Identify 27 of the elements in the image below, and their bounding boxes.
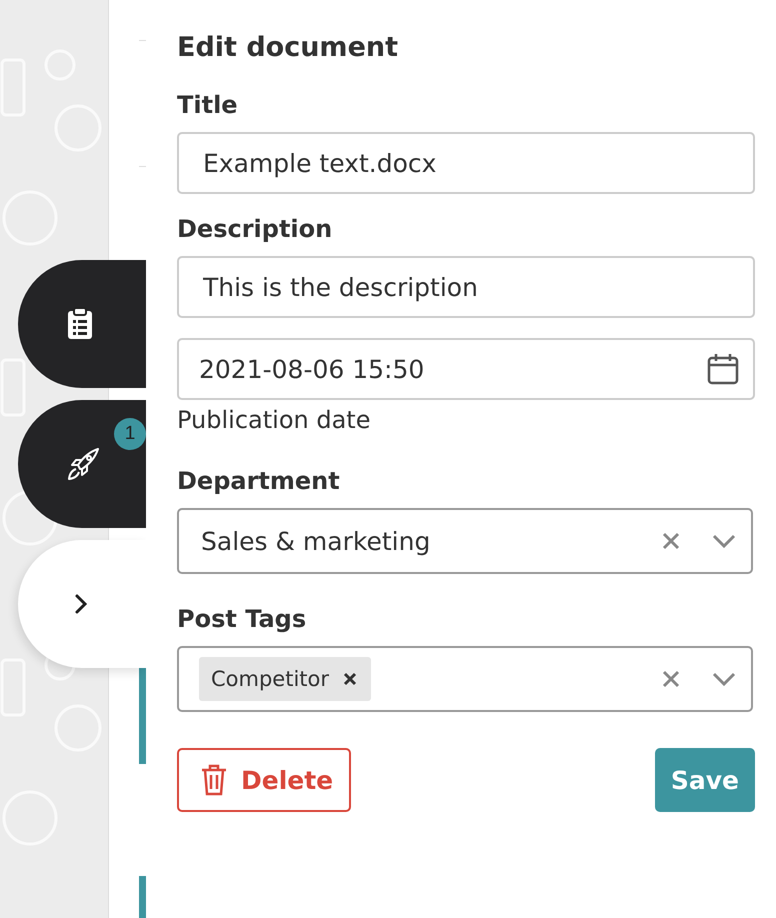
tags-select[interactable]: Competitor	[177, 646, 753, 712]
clear-icon[interactable]	[661, 669, 681, 689]
notification-badge: 1	[114, 418, 146, 450]
chevron-down-icon[interactable]	[711, 533, 737, 549]
field-label: Post Tags	[177, 604, 308, 634]
field-label: Title	[177, 90, 239, 120]
description-field[interactable]: This is the description	[177, 256, 755, 318]
date-field[interactable]: 2021-08-06 15:50	[177, 338, 755, 400]
field-label: Description	[177, 214, 334, 244]
tag-label: Competitor	[211, 667, 330, 691]
title-field[interactable]: Example text.docx	[177, 132, 755, 194]
chevron-right-icon	[74, 593, 88, 615]
calendar-icon	[707, 353, 739, 385]
side-tab[interactable]: 1	[18, 400, 146, 528]
department-select[interactable]: Sales & marketing	[177, 508, 753, 574]
side-tab[interactable]	[18, 260, 146, 388]
trash-icon	[201, 764, 227, 796]
field-hint: Publication date	[177, 405, 372, 436]
clear-icon[interactable]	[661, 531, 681, 551]
delete-button[interactable]: Delete	[177, 748, 352, 812]
chevron-down-icon[interactable]	[711, 671, 737, 687]
panel-title: Edit document	[177, 31, 400, 65]
remove-tag-icon[interactable]	[343, 672, 358, 686]
rocket-icon	[66, 447, 100, 481]
field-label: Department	[177, 466, 341, 496]
clipboard-icon	[66, 307, 94, 341]
save-button[interactable]: Save	[654, 748, 755, 812]
